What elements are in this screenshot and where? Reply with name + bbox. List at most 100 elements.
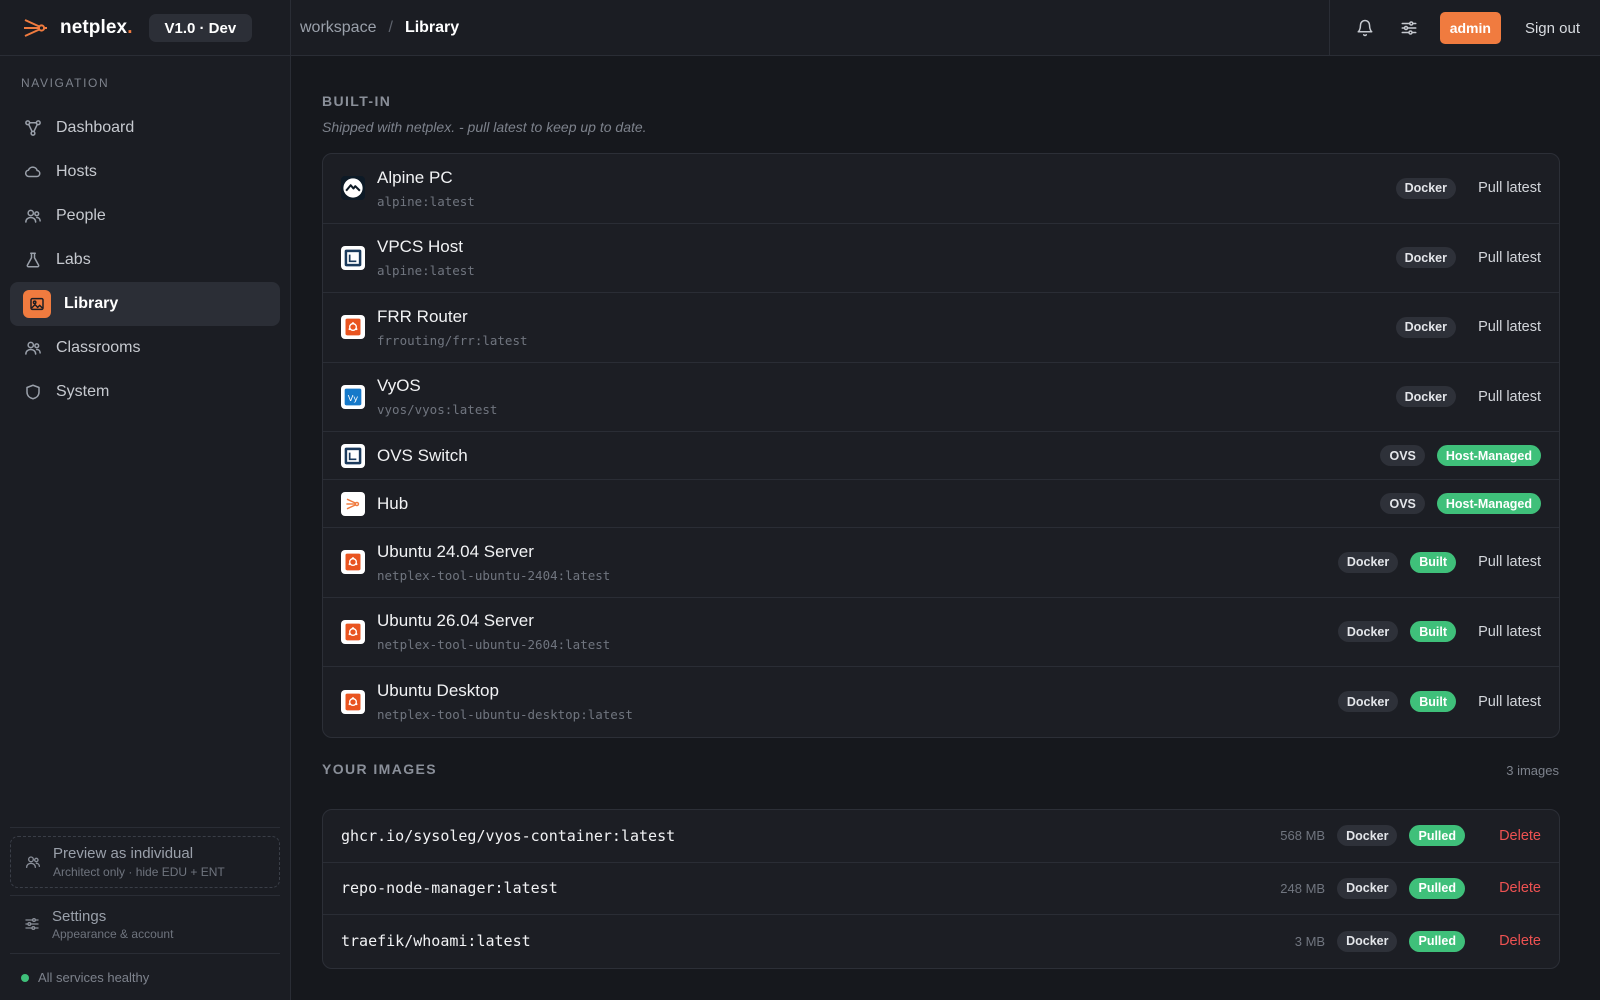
image-ref: netplex-tool-ubuntu-2404:latest [377,567,611,583]
row-text: Ubuntu Desktop netplex-tool-ubuntu-deskt… [377,681,1326,722]
row-text: OVS Switch [377,446,1368,466]
builtin-section-subtitle: Shipped with netplex. - pull latest to k… [322,119,647,135]
image-icon [23,290,51,318]
runtime-badge: Docker [1395,316,1456,338]
ubuntu-icon [341,315,365,340]
pulled-badge: Pulled [1409,930,1465,952]
terminal-box-icon [341,245,365,270]
image-name: ghcr.io/sysoleg/vyos-container:latest [341,826,676,845]
delete-button[interactable]: Delete [1489,933,1541,949]
alpine-icon [341,176,365,201]
pulled-badge: Pulled [1409,825,1465,847]
image-ref: frrouting/frr:latest [377,332,528,348]
pull-latest-button[interactable]: Pull latest [1475,389,1541,405]
list-item: Vy VyOS vyos/vyos:latest Docker Pull lat… [323,363,1559,432]
sidebar-divider [10,953,280,954]
list-item: Alpine PC alpine:latest Docker Pull late… [323,154,1559,224]
image-name: Hub [377,493,409,513]
pull-latest-button[interactable]: Pull latest [1475,250,1541,266]
shield-icon [24,383,42,401]
row-text: Ubuntu 24.04 Server netplex-tool-ubuntu-… [377,542,1326,583]
built-badge: Built [1410,551,1456,573]
row-text: VPCS Host alpine:latest [377,237,1384,278]
image-size: 248 MB [1280,880,1326,896]
sidebar-item-system[interactable]: System [10,370,280,414]
terminal-box-icon [341,443,365,468]
people-icon [24,207,42,225]
runtime-badge: Docker [1337,877,1398,899]
table-row: repo-node-manager:latest 248 MB Docker P… [323,863,1559,915]
built-badge: Built [1410,691,1456,713]
delete-button[interactable]: Delete [1489,880,1541,896]
sliders-icon [25,918,39,930]
sidebar-item-classrooms[interactable]: Classrooms [10,326,280,370]
pulled-badge: Pulled [1409,877,1465,899]
settings-button[interactable]: Settings Appearance & account [10,902,280,946]
health-text: All services healthy [38,970,150,985]
preview-subtitle: Architect only · hide EDU + ENT [53,865,225,879]
flask-icon [24,251,42,269]
pull-latest-button[interactable]: Pull latest [1475,624,1541,640]
runtime-badge: Docker [1337,621,1399,643]
list-item: FRR Router frrouting/frr:latest Docker P… [323,293,1559,363]
health-status: All services healthy [21,970,149,985]
pull-latest-button[interactable]: Pull latest [1475,180,1541,196]
builtin-images-list: Alpine PC alpine:latest Docker Pull late… [322,153,1560,738]
pull-latest-button[interactable]: Pull latest [1475,319,1541,335]
image-name: VPCS Host [377,237,463,257]
brand-dot: . [127,17,133,38]
sidebar-item-label: People [56,207,106,224]
sidebar-item-people[interactable]: People [10,194,280,238]
settings-text: Settings Appearance & account [52,908,173,941]
ubuntu-icon [341,689,365,714]
preferences-button[interactable] [1394,13,1424,43]
image-name: repo-node-manager:latest [341,879,558,898]
bell-icon [1357,19,1373,37]
list-item: VPCS Host alpine:latest Docker Pull late… [323,224,1559,293]
brand-name: netplex [60,17,128,38]
sidebar-item-label: Labs [56,251,91,268]
sidebar-item-dashboard[interactable]: Dashboard [10,106,280,150]
list-item: Ubuntu 26.04 Server netplex-tool-ubuntu-… [323,598,1559,667]
row-text: Hub [377,494,1368,514]
runtime-badge: OVS [1380,493,1425,514]
runtime-badge: Docker [1337,691,1399,713]
image-size: 3 MB [1294,933,1326,949]
svg-text:Vy: Vy [348,393,358,403]
row-text: Alpine PC alpine:latest [377,168,1384,209]
image-ref: netplex-tool-ubuntu-desktop:latest [377,707,633,723]
preview-title: Preview as individual [53,845,194,862]
settings-title: Settings [52,907,107,925]
preview-as-individual-button[interactable]: Preview as individual Architect only · h… [10,836,280,888]
sliders-icon [1401,21,1417,35]
your-images-section-title: YOUR IMAGES [322,761,437,777]
row-text: Ubuntu 26.04 Server netplex-tool-ubuntu-… [377,611,1326,652]
pull-latest-button[interactable]: Pull latest [1475,694,1541,710]
pull-latest-button[interactable]: Pull latest [1475,554,1541,570]
breadcrumb-separator: / [388,19,393,36]
image-size: 568 MB [1280,828,1326,844]
sidebar-item-label: Dashboard [56,119,135,136]
status-dot-icon [21,973,29,982]
sidebar-item-hosts[interactable]: Hosts [10,150,280,194]
sign-out-button[interactable]: Sign out [1525,20,1580,37]
breadcrumb-workspace[interactable]: workspace [300,19,376,37]
table-row: ghcr.io/sysoleg/vyos-container:latest 56… [323,810,1559,863]
ubuntu-icon [341,619,365,644]
image-name: Ubuntu 26.04 Server [377,611,534,631]
image-ref: netplex-tool-ubuntu-2604:latest [377,637,611,653]
sidebar-item-library[interactable]: Library [10,282,280,326]
runtime-badge: Docker [1337,825,1398,847]
nodes-icon [24,119,42,137]
sidebar-item-labs[interactable]: Labs [10,238,280,282]
brand[interactable]: netplex. V1.0 · Dev [0,0,291,56]
notifications-button[interactable] [1350,13,1380,43]
runtime-badge: OVS [1380,445,1425,466]
image-name: traefik/whoami:latest [341,932,531,951]
sidebar-divider [10,827,280,828]
preview-text: Preview as individual Architect only · h… [53,845,225,879]
delete-button[interactable]: Delete [1489,828,1541,844]
nav-list: Dashboard Hosts People Labs Library Clas… [10,106,280,414]
role-badge[interactable]: admin [1439,12,1501,44]
list-item: Hub OVS Host-Managed [323,480,1559,528]
